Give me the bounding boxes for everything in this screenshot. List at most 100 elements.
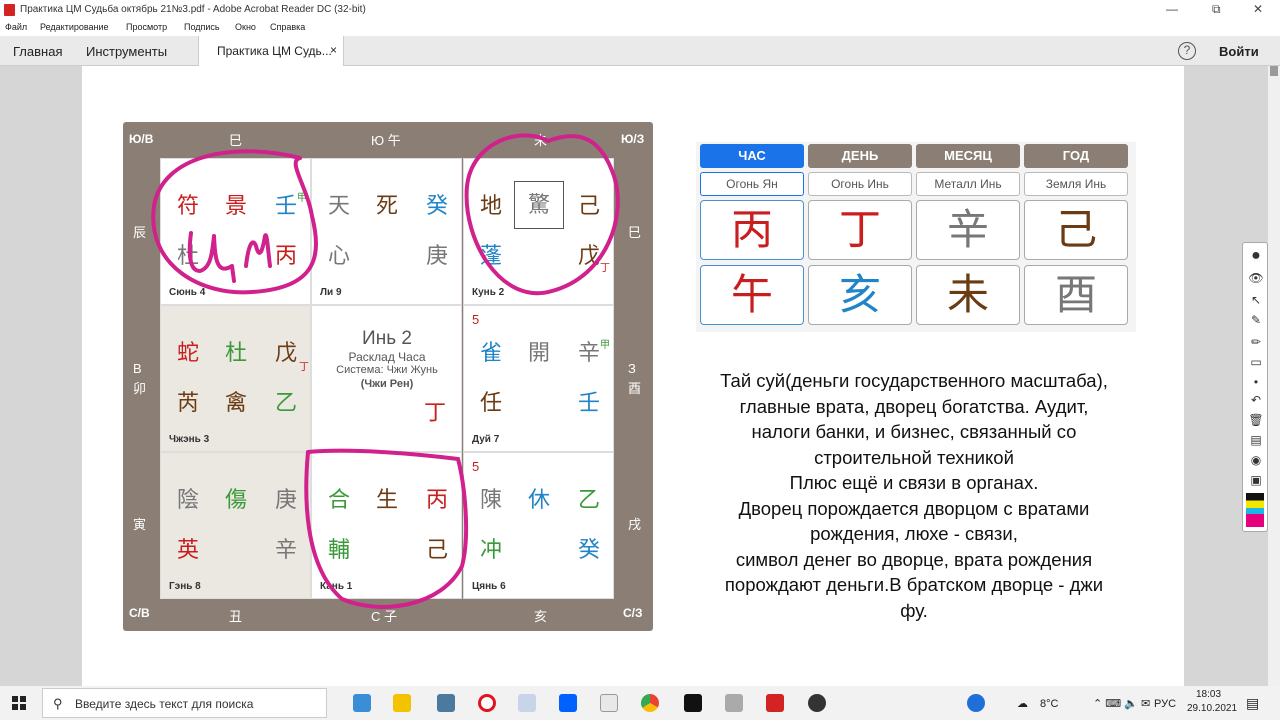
weather-icon[interactable]: ☁ bbox=[1017, 697, 1028, 710]
tab-tools[interactable]: Инструменты bbox=[86, 44, 167, 59]
document-area[interactable]: Ю/В Ю/З С/В С/З 巳 Ю 午 未 丑 С 子 亥 辰 В 卯 寅 … bbox=[0, 66, 1280, 686]
dot-icon[interactable]: • bbox=[1247, 375, 1265, 389]
help-tray-icon[interactable] bbox=[967, 694, 985, 712]
palace-cell: 符景 壬杜 丙 甲 Сюнь 4 bbox=[160, 158, 311, 305]
opera-icon[interactable] bbox=[478, 694, 496, 712]
palace-number: 5 bbox=[472, 459, 480, 474]
palace-small-glyph: 甲 bbox=[600, 340, 610, 351]
palace-glyph: 乙 bbox=[274, 390, 297, 415]
pillar-element: Земля Инь bbox=[1024, 172, 1128, 196]
pillar-tab-3[interactable]: ГОД bbox=[1024, 144, 1128, 168]
chrome-icon[interactable] bbox=[641, 694, 659, 712]
palace-small-glyph: 丁 bbox=[299, 362, 309, 373]
eraser-icon[interactable]: ▭ bbox=[1247, 355, 1265, 369]
palace-small-glyph: 丁 bbox=[600, 263, 610, 274]
tab-home[interactable]: Главная bbox=[13, 44, 62, 59]
clipboard-icon[interactable]: ▣ bbox=[1247, 473, 1265, 487]
tab-document[interactable]: Практика ЦМ Судь... × bbox=[198, 36, 344, 66]
tray-icons[interactable]: ⌃ ⌨ 🔈 ✉ bbox=[1093, 697, 1150, 710]
clock-time[interactable]: 18:03 bbox=[1196, 689, 1221, 700]
pillar-tab-2[interactable]: МЕСЯЦ bbox=[916, 144, 1020, 168]
calculator-icon[interactable] bbox=[437, 694, 455, 712]
palace-glyph: 杜 bbox=[224, 340, 247, 365]
top-label: Ю 午 bbox=[371, 133, 401, 148]
corner-label-sw: Ю/В bbox=[129, 132, 154, 146]
paint-icon[interactable] bbox=[518, 694, 536, 712]
palace-cell: 陳休 乙冲 癸 5 Цянь 6 bbox=[463, 452, 614, 599]
note-line: рождения, люхе - связи, bbox=[810, 523, 1018, 544]
cursor-icon[interactable]: ↖ bbox=[1247, 293, 1265, 307]
center-title: Инь 2 bbox=[362, 328, 412, 349]
notification-icon[interactable]: ▤ bbox=[1246, 695, 1259, 712]
notes-app-icon[interactable] bbox=[725, 694, 743, 712]
note-line: главные врата, дворец богатства. Аудит, bbox=[739, 395, 1089, 417]
highlight-icon[interactable]: ✎ bbox=[1247, 313, 1265, 327]
center-line1: Расклад Часа bbox=[348, 350, 426, 364]
palace-glyph: 生 bbox=[375, 487, 398, 512]
pillar-branch: 酉 bbox=[1024, 265, 1128, 325]
color-palette[interactable] bbox=[1246, 493, 1264, 527]
clock-date[interactable]: 29.10.2021 bbox=[1187, 703, 1237, 714]
v-app-icon[interactable] bbox=[684, 694, 702, 712]
palace-glyph: 驚 bbox=[514, 181, 564, 229]
signin-button[interactable]: Войти bbox=[1219, 44, 1259, 59]
taskbar-search[interactable]: ⚲ Введите здесь текст для поиска bbox=[42, 688, 327, 718]
palace-glyph: 符 bbox=[176, 193, 199, 218]
trash-icon[interactable]: 🗑 bbox=[1247, 413, 1265, 427]
maximize-icon[interactable]: ⧉ bbox=[1212, 2, 1221, 17]
right-label: 戌 bbox=[628, 517, 642, 532]
menu-file[interactable]: Файл bbox=[5, 22, 27, 32]
windows-start-icon[interactable] bbox=[12, 696, 26, 710]
palace-label: Гэнь 8 bbox=[169, 581, 201, 592]
right-label: 巳 bbox=[628, 225, 642, 240]
menu-sign[interactable]: Подпись bbox=[184, 22, 220, 32]
palace-glyph: 休 bbox=[527, 487, 550, 512]
monitor-app-icon[interactable] bbox=[353, 694, 371, 712]
pillar-stem: 丁 bbox=[808, 200, 912, 260]
search-placeholder: Введите здесь текст для поиска bbox=[75, 697, 254, 711]
menu-circle-icon[interactable]: ● bbox=[1247, 247, 1265, 264]
palace-glyph: 傷 bbox=[224, 487, 247, 512]
eye-icon[interactable]: 👁 bbox=[1247, 271, 1265, 285]
media-icon[interactable] bbox=[600, 694, 618, 712]
pillar-tab-0[interactable]: ЧАС bbox=[700, 144, 804, 168]
search-icon: ⚲ bbox=[53, 696, 63, 711]
screen-icon[interactable]: ▤ bbox=[1247, 433, 1265, 447]
palace-cell: 合生 丙輔 己 Кань 1 bbox=[311, 452, 462, 599]
camera-icon[interactable]: ◉ bbox=[1247, 453, 1265, 467]
close-window-icon[interactable]: ✕ bbox=[1253, 2, 1263, 16]
palace-glyph: 癸 bbox=[425, 193, 448, 218]
undo-icon[interactable]: ↶ bbox=[1247, 393, 1265, 407]
palace-cell: 蛇杜 戊芮禽 乙 丁 Чжэнь 3 bbox=[160, 305, 311, 452]
acrobat-taskbar-icon[interactable] bbox=[766, 694, 784, 712]
menu-window[interactable]: Окно bbox=[235, 22, 256, 32]
menu-view[interactable]: Просмотр bbox=[126, 22, 167, 32]
bottom-label: 亥 bbox=[534, 609, 548, 624]
palace-glyph: 英 bbox=[176, 537, 199, 562]
pen-icon[interactable]: ✏ bbox=[1247, 335, 1265, 349]
folder-icon[interactable] bbox=[393, 694, 411, 712]
palace-glyph: 禽 bbox=[224, 390, 247, 415]
menu-help[interactable]: Справка bbox=[270, 22, 305, 32]
vertical-scrollbar[interactable] bbox=[1268, 66, 1280, 686]
pillar-tab-1[interactable]: ДЕНЬ bbox=[808, 144, 912, 168]
palace-cell: 雀開 辛任 壬 甲 5 Дуй 7 bbox=[463, 305, 614, 452]
palace-glyph: 陳 bbox=[479, 487, 502, 512]
help-icon[interactable]: ? bbox=[1178, 42, 1196, 60]
close-tab-icon[interactable]: × bbox=[330, 43, 337, 57]
notes-text: Тай суй(деньги государственного масштаба… bbox=[686, 368, 1142, 623]
palace-label: Дуй 7 bbox=[472, 434, 500, 445]
palace-label: Кань 1 bbox=[320, 581, 353, 592]
menu-edit[interactable]: Редактирование bbox=[40, 22, 109, 32]
language-indicator[interactable]: РУС bbox=[1154, 698, 1176, 710]
note-line: Дворец порождается дворцом с вратами bbox=[738, 497, 1090, 519]
dropbox-icon[interactable] bbox=[559, 694, 577, 712]
pillar-stem: 丙 bbox=[700, 200, 804, 260]
palace-glyph: 蛇 bbox=[176, 340, 199, 365]
temperature: 8°C bbox=[1040, 698, 1059, 710]
minimize-icon[interactable]: — bbox=[1166, 2, 1178, 16]
palace-glyph: 任 bbox=[479, 390, 502, 415]
obs-icon[interactable] bbox=[808, 694, 826, 712]
pillar-element: Металл Инь bbox=[916, 172, 1020, 196]
palace-glyph: 己 bbox=[577, 193, 600, 218]
